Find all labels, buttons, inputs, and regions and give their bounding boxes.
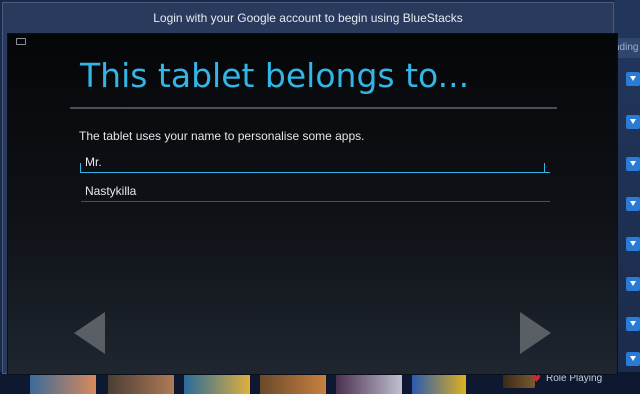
download-icon[interactable] bbox=[626, 115, 640, 129]
app-thumbnail[interactable] bbox=[30, 374, 96, 394]
app-thumbnail[interactable] bbox=[108, 374, 174, 394]
app-thumbnail[interactable] bbox=[260, 374, 326, 394]
download-icon[interactable] bbox=[626, 157, 640, 171]
app-thumbnail[interactable] bbox=[503, 374, 535, 388]
app-thumbnail[interactable] bbox=[184, 374, 250, 394]
download-icon[interactable] bbox=[626, 237, 640, 251]
app-thumbnail[interactable] bbox=[336, 374, 402, 394]
keyboard-icon bbox=[16, 38, 26, 45]
app-thumbnail[interactable] bbox=[412, 374, 466, 394]
first-name-input[interactable] bbox=[81, 152, 550, 173]
last-name-input[interactable] bbox=[81, 181, 550, 202]
title-divider bbox=[70, 107, 557, 109]
download-icon[interactable] bbox=[626, 197, 640, 211]
heart-icon[interactable]: ♥ bbox=[532, 374, 541, 385]
download-icon[interactable] bbox=[626, 352, 640, 366]
next-arrow-button[interactable] bbox=[520, 312, 551, 354]
android-setup-screen: This tablet belongs to... The tablet use… bbox=[7, 33, 618, 375]
page-subtitle: The tablet uses your name to personalise… bbox=[79, 129, 365, 143]
download-icon[interactable] bbox=[626, 317, 640, 331]
back-arrow-button[interactable] bbox=[74, 312, 105, 354]
download-icon[interactable] bbox=[626, 72, 640, 86]
dialog-title: Login with your Google account to begin … bbox=[153, 11, 463, 25]
download-icon[interactable] bbox=[626, 277, 640, 291]
login-dialog: Login with your Google account to begin … bbox=[2, 2, 618, 375]
page-title: This tablet belongs to... bbox=[80, 56, 470, 95]
